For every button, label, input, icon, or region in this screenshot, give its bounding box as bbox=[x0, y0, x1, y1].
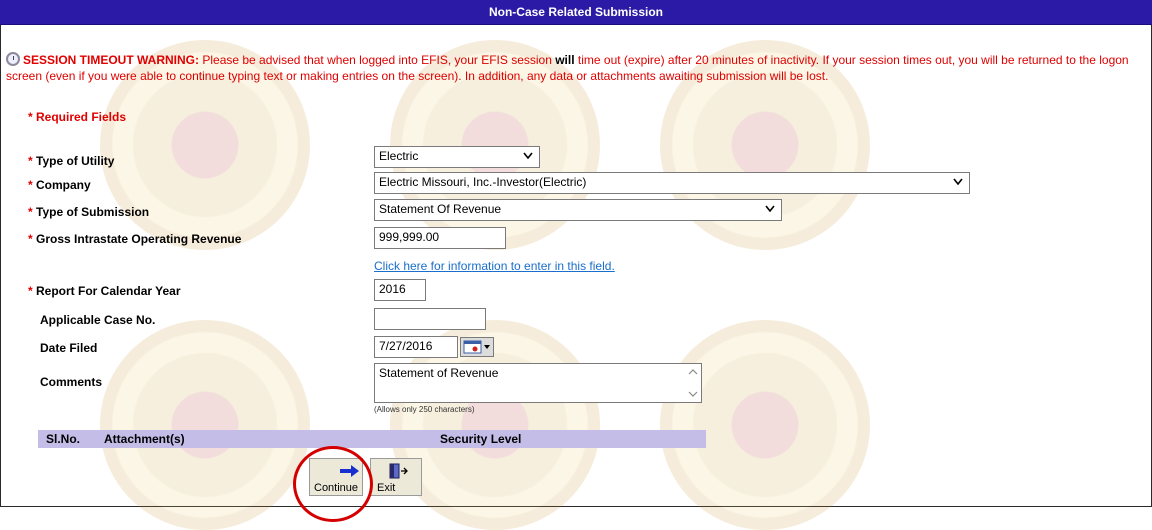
utility-select-value: Electric bbox=[379, 149, 419, 163]
date-filed-label: Date Filed bbox=[40, 341, 98, 355]
exit-door-icon bbox=[389, 463, 408, 479]
submission-select-value: Statement Of Revenue bbox=[379, 202, 502, 216]
year-label: * Report For Calendar Year bbox=[28, 284, 181, 298]
scroll-up-icon[interactable] bbox=[688, 368, 698, 376]
required-marker: * bbox=[28, 178, 33, 192]
calendar-icon bbox=[463, 340, 490, 354]
scroll-down-icon[interactable] bbox=[688, 390, 698, 398]
session-timeout-warning: SESSION TIMEOUT WARNING: Please be advis… bbox=[6, 52, 1148, 84]
submission-label-text: Type of Submission bbox=[36, 205, 150, 219]
utility-label-text: Type of Utility bbox=[36, 154, 115, 168]
revenue-input[interactable]: 999,999.00 bbox=[374, 227, 506, 249]
company-label-text: Company bbox=[36, 178, 91, 192]
col-attachments: Attachment(s) bbox=[104, 432, 185, 446]
revenue-label: * Gross Intrastate Operating Revenue bbox=[28, 232, 241, 246]
calendar-picker-button[interactable] bbox=[460, 337, 494, 357]
warning-text-a: Please be advised that when logged into … bbox=[199, 53, 556, 67]
exit-button-label: Exit bbox=[377, 482, 396, 494]
year-input[interactable]: 2016 bbox=[374, 279, 426, 301]
comments-textarea[interactable]: Statement of Revenue bbox=[374, 363, 702, 403]
col-sl-no: Sl.No. bbox=[46, 432, 81, 446]
required-marker: * bbox=[28, 232, 33, 246]
warning-emphasis: will bbox=[555, 53, 575, 67]
case-no-input[interactable] bbox=[374, 308, 486, 330]
company-select-value: Electric Missouri, Inc.-Investor(Electri… bbox=[379, 175, 587, 189]
watermark-seal bbox=[660, 320, 870, 530]
submission-label: * Type of Submission bbox=[28, 205, 149, 219]
year-label-text: Report For Calendar Year bbox=[36, 284, 181, 298]
page-title: Non-Case Related Submission bbox=[0, 0, 1152, 25]
company-label: * Company bbox=[28, 178, 91, 192]
attachments-header: Sl.No. Attachment(s) Security Level bbox=[38, 430, 706, 448]
company-select[interactable]: Electric Missouri, Inc.-Investor(Electri… bbox=[374, 172, 970, 194]
comments-character-limit: (Allows only 250 characters) bbox=[374, 405, 475, 414]
required-marker: * bbox=[28, 154, 33, 168]
col-security-level: Security Level bbox=[440, 432, 522, 446]
required-marker: * bbox=[28, 284, 33, 298]
revenue-info-link[interactable]: Click here for information to enter in t… bbox=[374, 259, 615, 273]
required-marker: * bbox=[28, 205, 33, 219]
chevron-down-icon bbox=[953, 178, 963, 186]
clock-icon bbox=[6, 52, 20, 66]
year-input-value: 2016 bbox=[379, 282, 406, 296]
required-fields-note: * Required Fields bbox=[28, 110, 127, 124]
submission-select[interactable]: Statement Of Revenue bbox=[374, 199, 782, 221]
warning-lead: SESSION TIMEOUT WARNING: bbox=[23, 53, 200, 67]
case-no-label: Applicable Case No. bbox=[40, 313, 156, 327]
comments-label: Comments bbox=[40, 375, 103, 389]
date-filed-input[interactable]: 7/27/2016 bbox=[374, 336, 458, 358]
revenue-input-value: 999,999.00 bbox=[379, 230, 440, 244]
watermark-seal bbox=[100, 320, 310, 530]
chevron-down-icon bbox=[523, 152, 533, 160]
highlight-circle bbox=[293, 446, 373, 522]
utility-label: * Type of Utility bbox=[28, 154, 114, 168]
date-filed-input-value: 7/27/2016 bbox=[379, 339, 433, 353]
chevron-down-icon bbox=[765, 205, 775, 213]
revenue-label-text: Gross Intrastate Operating Revenue bbox=[36, 232, 242, 246]
exit-button[interactable]: Exit bbox=[370, 458, 422, 496]
utility-select[interactable]: Electric bbox=[374, 146, 540, 168]
comments-textarea-value: Statement of Revenue bbox=[379, 366, 499, 380]
